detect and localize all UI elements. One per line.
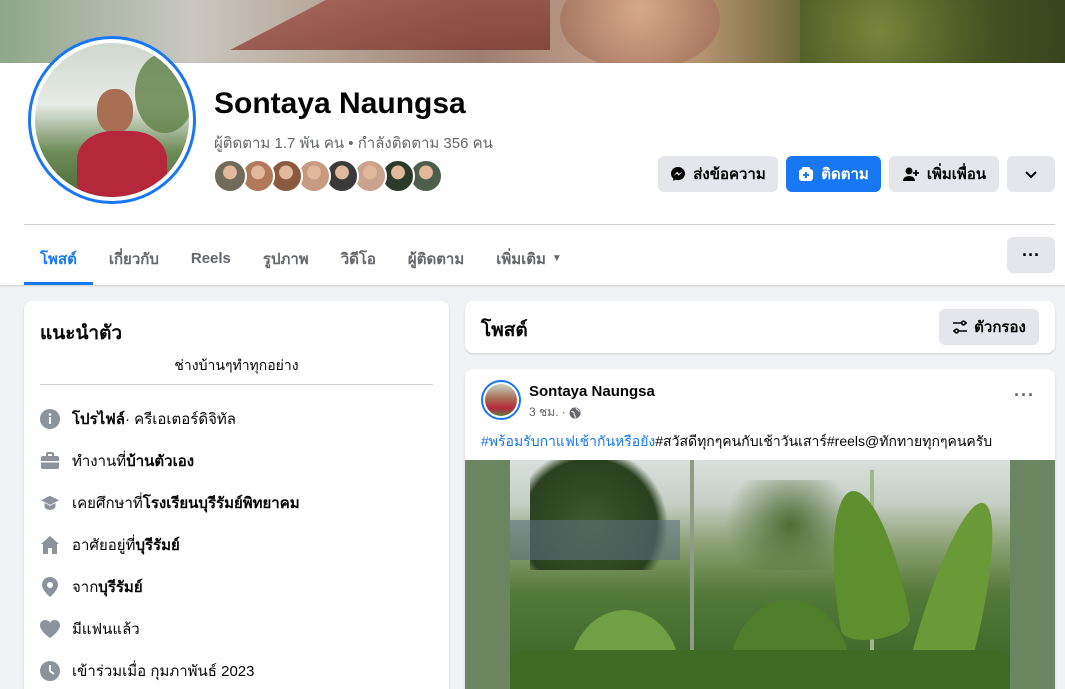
tab-photos[interactable]: รูปภาพ [247,232,325,285]
tab-more-label: เพิ่มเติม [496,250,546,268]
intro-item-text: อาศัยอยู่ที่ [72,537,136,554]
follow-label: ติดตาม [821,166,869,183]
info-icon [40,409,60,429]
tab-reels[interactable]: Reels [175,232,247,285]
add-friend-label: เพิ่มเพื่อน [926,166,987,183]
messenger-icon [670,166,686,182]
follow-button[interactable]: ติดตาม [786,156,881,192]
intro-item-text: มีแฟนแล้ว [72,621,140,638]
post-photo [510,460,1010,689]
message-button[interactable]: ส่งข้อความ [658,156,778,192]
post-time-text: 3 ชม. · [529,405,566,419]
ellipsis-icon: ··· [1022,244,1040,265]
post-options-button[interactable]: ··· [1014,385,1035,406]
post-author-name[interactable]: Sontaya Naungsa [529,383,655,400]
intro-title: แนะนำตัว [40,323,123,344]
tab-more[interactable]: เพิ่มเติม ▼ [480,232,578,285]
message-label: ส่งข้อความ [693,166,766,183]
cover-face [560,0,720,63]
intro-item-text: · ครีเอเตอร์ดิจิทัล [125,411,236,428]
tabs-more-options-button[interactable]: ··· [1007,237,1055,273]
cover-roof [230,0,550,50]
tab-posts[interactable]: โพสต์ [24,232,93,285]
friend-avatar[interactable] [213,159,247,193]
tab-videos[interactable]: วิดีโอ [325,232,392,285]
photo-ground-foliage [510,650,1010,689]
add-friend-icon [902,166,920,182]
heart-icon [40,619,60,639]
intro-item-text: เข้าร่วมเมื่อ กุมภาพันธ์ 2023 [72,663,255,680]
intro-item-lives: อาศัยอยู่ที่ บุรีรัมย์ [40,533,180,557]
follow-icon [798,166,814,182]
posts-header-card: โพสต์ ตัวกรอง [465,301,1055,353]
post-author-avatar[interactable] [481,380,521,420]
chevron-down-icon [1024,167,1038,181]
post-timestamp[interactable]: 3 ชม. · [529,403,581,422]
filter-button[interactable]: ตัวกรอง [939,309,1039,345]
post-media[interactable] [465,460,1055,689]
intro-item-bold[interactable]: บุรีรัมย์ [98,575,142,599]
avatar-head [97,89,133,133]
post-card: Sontaya Naungsa 3 ชม. · ··· #พร้อมรับกาแ… [465,369,1055,689]
profile-stats[interactable]: ผู้ติดตาม 1.7 พัน คน • กำลังติดตาม 356 ค… [214,131,493,155]
tab-followers[interactable]: ผู้ติดตาม [392,232,480,285]
intro-item-bold[interactable]: โปรไฟล์ [72,407,125,431]
profile-avatar[interactable] [28,36,196,204]
filter-icon [952,320,968,334]
profile-options-button[interactable] [1007,156,1055,192]
intro-item-bold[interactable]: บ้านตัวเอง [126,449,194,473]
avatar-image [35,43,189,197]
avatar-body [77,131,167,197]
post-caption: #สวัสดีทุกๆคนกับเช้าวันเสาร์#reels@ทักทา… [655,433,993,449]
tab-about[interactable]: เกี่ยวกับ [93,232,175,285]
home-icon [40,535,60,555]
profile-tabs: โพสต์ เกี่ยวกับ Reels รูปภาพ วิดีโอ ผู้ต… [24,232,578,285]
posts-title: โพสต์ [481,320,528,341]
briefcase-icon [40,451,60,471]
avatar-tree [135,53,189,133]
intro-divider [40,384,433,385]
intro-item-text: จาก [72,579,99,596]
filter-label: ตัวกรอง [974,319,1026,336]
caret-down-icon: ▼ [551,253,562,264]
intro-item-from: จาก บุรีรัมย์ [40,575,143,599]
header-divider [24,224,1055,225]
clock-icon [40,661,60,681]
cover-leaves [800,0,1065,63]
friend-avatars[interactable] [213,159,443,193]
post-text: #พร้อมรับกาแฟเช้ากันหรือยัง#สวัสดีทุกๆคน… [481,431,992,453]
intro-item-education: เคยศึกษาที่ โรงเรียนบุรีรัมย์พิทยาคม [40,491,300,515]
intro-item-work: ทำงานที่ บ้านตัวเอง [40,449,194,473]
intro-item-text: ทำงานที่ [72,453,127,470]
intro-item-joined: เข้าร่วมเมื่อ กุมภาพันธ์ 2023 [40,659,254,683]
intro-item-bold[interactable]: โรงเรียนบุรีรัมย์พิทยาคม [143,491,300,515]
intro-item-profile: โปรไฟล์ · ครีเอเตอร์ดิจิทัล [40,407,236,431]
profile-name: Sontaya Naungsa [214,87,466,120]
intro-bio: ช่างบ้านๆทำทุกอย่าง [174,357,299,373]
globe-icon [569,407,581,419]
post-hashtag-link[interactable]: #พร้อมรับกาแฟเช้ากันหรือยัง [481,433,655,449]
intro-item-text: เคยศึกษาที่ [72,495,143,512]
add-friend-button[interactable]: เพิ่มเพื่อน [889,156,999,192]
intro-item-bold[interactable]: บุรีรัมย์ [135,533,179,557]
intro-card: แนะนำตัว ช่างบ้านๆทำทุกอย่าง โปรไฟล์ · ค… [24,301,449,689]
photo-house [510,520,680,560]
graduation-cap-icon [40,493,60,513]
location-pin-icon [40,577,60,597]
intro-item-relationship: มีแฟนแล้ว [40,617,140,641]
